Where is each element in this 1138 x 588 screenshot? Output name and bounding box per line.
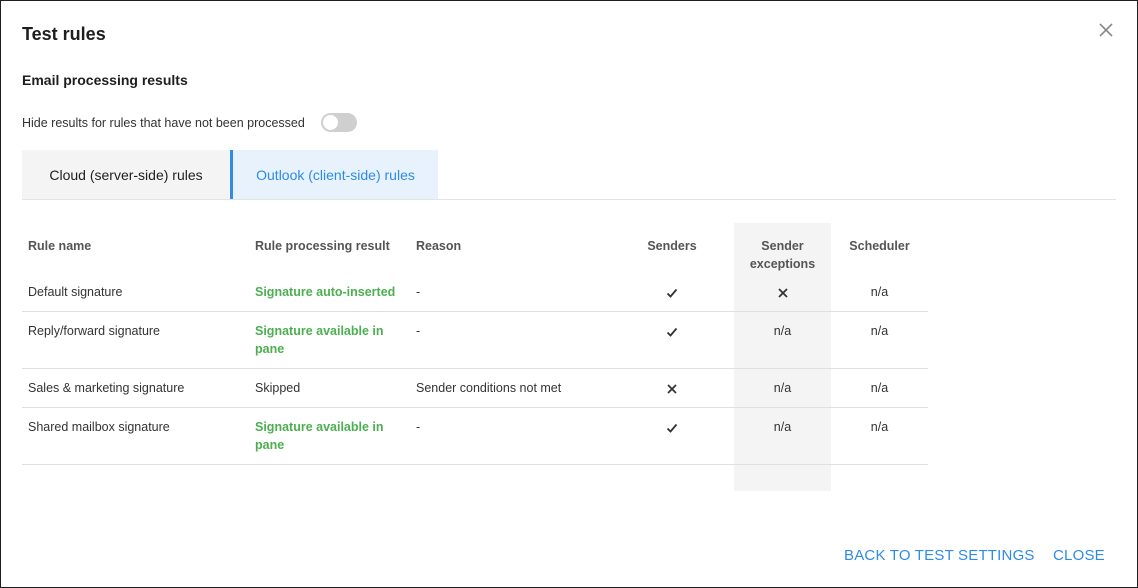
cell-rule-name: Reply/forward signature — [22, 311, 249, 369]
check-icon — [666, 327, 678, 337]
cell-senders — [610, 311, 734, 369]
cell-scheduler: n/a — [831, 311, 928, 369]
cell-rule-name: Shared mailbox signature — [22, 407, 249, 465]
header-result: Rule processing result — [255, 239, 390, 253]
cell-sender-exceptions: n/a — [734, 368, 831, 408]
cell-reason: - — [410, 273, 610, 312]
hide-results-label: Hide results for rules that have not bee… — [22, 115, 305, 130]
cross-icon — [667, 384, 677, 394]
cell-result: Signature available in pane — [249, 311, 410, 369]
tab-cloud-rules[interactable]: Cloud (server-side) rules — [22, 150, 230, 199]
cell-sender-exceptions — [734, 273, 831, 312]
section-title: Email processing results — [22, 72, 188, 88]
results-table: Rule name Rule processing result Reason … — [22, 223, 928, 465]
cell-result: Skipped — [249, 368, 410, 408]
cell-result: Signature available in pane — [249, 407, 410, 465]
header-reason: Reason — [416, 239, 462, 253]
cell-result: Signature auto-inserted — [249, 273, 410, 312]
header-senders: Senders — [647, 239, 697, 253]
tab-outlook-rules[interactable]: Outlook (client-side) rules — [230, 150, 438, 199]
hide-results-toggle[interactable] — [320, 113, 357, 132]
cross-icon — [777, 288, 788, 298]
check-icon — [666, 423, 678, 433]
test-rules-dialog: Test rules Email processing results Hide… — [0, 0, 1138, 588]
table-row: Default signature Signature auto-inserte… — [22, 273, 928, 312]
cell-senders — [610, 273, 734, 312]
cell-reason: Sender conditions not met — [410, 368, 610, 408]
cell-scheduler: n/a — [831, 273, 928, 312]
close-button[interactable]: CLOSE — [1053, 547, 1105, 564]
header-sender-exceptions: Sender exceptions — [749, 239, 816, 271]
cell-senders — [610, 407, 734, 465]
cell-sender-exceptions: n/a — [734, 311, 831, 369]
header-rule-name: Rule name — [28, 239, 92, 253]
check-icon — [666, 288, 678, 298]
cell-rule-name: Default signature — [22, 273, 249, 312]
cell-senders — [610, 368, 734, 408]
header-scheduler: Scheduler — [849, 239, 910, 253]
table-row: Sales & marketing signature Skipped Send… — [22, 368, 928, 408]
cell-reason: - — [410, 407, 610, 465]
table-row: Shared mailbox signature Signature avail… — [22, 407, 928, 465]
results-table-container: Rule name Rule processing result Reason … — [22, 223, 928, 491]
cell-scheduler: n/a — [831, 368, 928, 408]
cell-sender-exceptions: n/a — [734, 407, 831, 465]
table-header-row: Rule name Rule processing result Reason … — [22, 223, 928, 273]
cell-rule-name: Sales & marketing signature — [22, 368, 249, 408]
close-icon[interactable] — [1095, 19, 1117, 41]
cell-scheduler: n/a — [831, 407, 928, 465]
dialog-title: Test rules — [22, 24, 106, 44]
hide-results-row: Hide results for rules that have not bee… — [22, 113, 357, 132]
table-row: Reply/forward signature Signature availa… — [22, 311, 928, 369]
rules-tabs: Cloud (server-side) rules Outlook (clien… — [22, 150, 1116, 200]
cell-reason: - — [410, 311, 610, 369]
toggle-knob — [322, 115, 338, 130]
back-to-test-settings-button[interactable]: BACK TO TEST SETTINGS — [844, 547, 1035, 564]
